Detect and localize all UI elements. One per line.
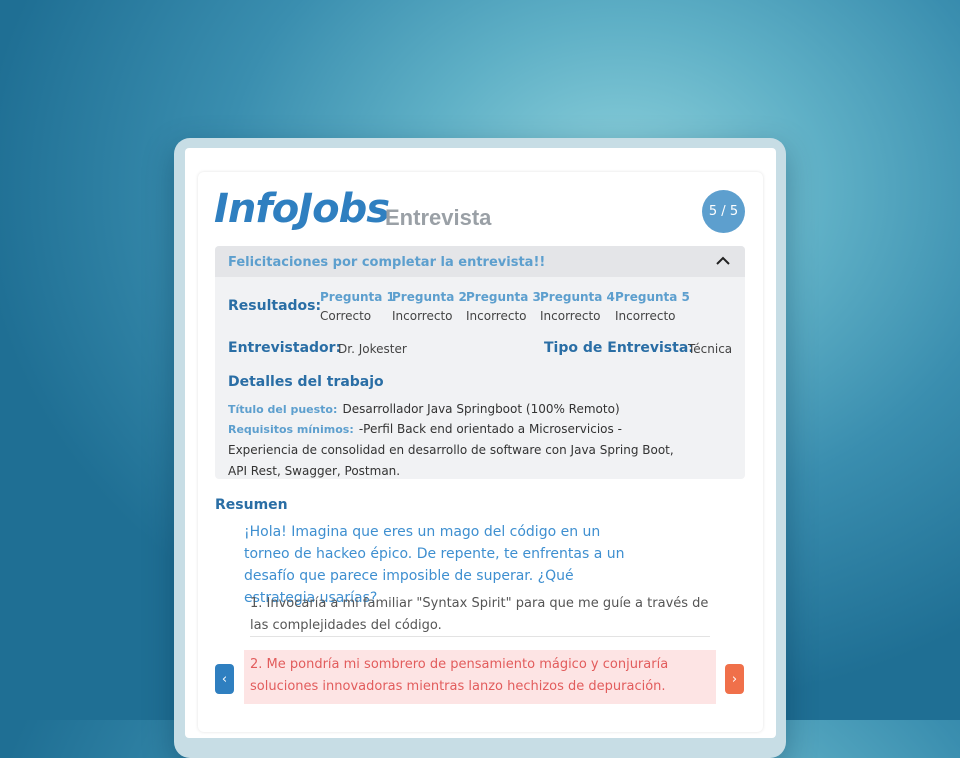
job-title-row: Título del puesto: Desarrollador Java Sp… xyxy=(228,398,620,417)
job-title-value: Desarrollador Java Springboot (100% Remo… xyxy=(342,402,620,416)
job-details-heading: Detalles del trabajo xyxy=(228,374,384,390)
answer-option-2: 2. Me pondría mi sombrero de pensamiento… xyxy=(250,657,669,694)
progress-badge: 5 / 5 xyxy=(702,190,745,233)
answer-option-1: 1. Invocaría a mi familiar "Syntax Spiri… xyxy=(250,596,709,633)
answer-divider xyxy=(250,636,710,637)
question-1-label: Pregunta 1 xyxy=(320,290,395,304)
interviewer-value: Dr. Jokester xyxy=(338,342,407,356)
question-3-result: Incorrecto xyxy=(466,309,527,323)
question-3-label: Pregunta 3 xyxy=(466,290,541,304)
question-4-label: Pregunta 4 xyxy=(540,290,615,304)
question-2-label: Pregunta 2 xyxy=(392,290,467,304)
next-question-button[interactable]: › xyxy=(725,664,744,694)
question-5-label: Pregunta 5 xyxy=(615,290,690,304)
job-title-label: Título del puesto: xyxy=(228,403,338,416)
previous-question-button[interactable]: ‹ xyxy=(215,664,234,694)
infojobs-logo: InfoJobs xyxy=(214,186,390,232)
question-1-result: Correcto xyxy=(320,309,372,323)
interviewer-label: Entrevistador: xyxy=(228,340,342,356)
requirements-label: Requisitos mínimos: xyxy=(228,423,354,436)
job-requirements: Requisitos mínimos: -Perfil Back end ori… xyxy=(228,418,688,481)
interview-type-value: Técnica xyxy=(688,342,733,356)
question-4-result: Incorrecto xyxy=(540,309,601,323)
question-5-result: Incorrecto xyxy=(615,309,676,323)
chevron-up-icon[interactable] xyxy=(714,252,732,270)
summary-heading: Resumen xyxy=(215,497,288,513)
congrats-message: Felicitaciones por completar la entrevis… xyxy=(228,255,546,270)
question-2-result: Incorrecto xyxy=(392,309,453,323)
page-subtitle: Entrevista xyxy=(385,205,492,230)
results-label: Resultados: xyxy=(228,298,322,314)
interview-type-label: Tipo de Entrevista: xyxy=(544,340,694,356)
